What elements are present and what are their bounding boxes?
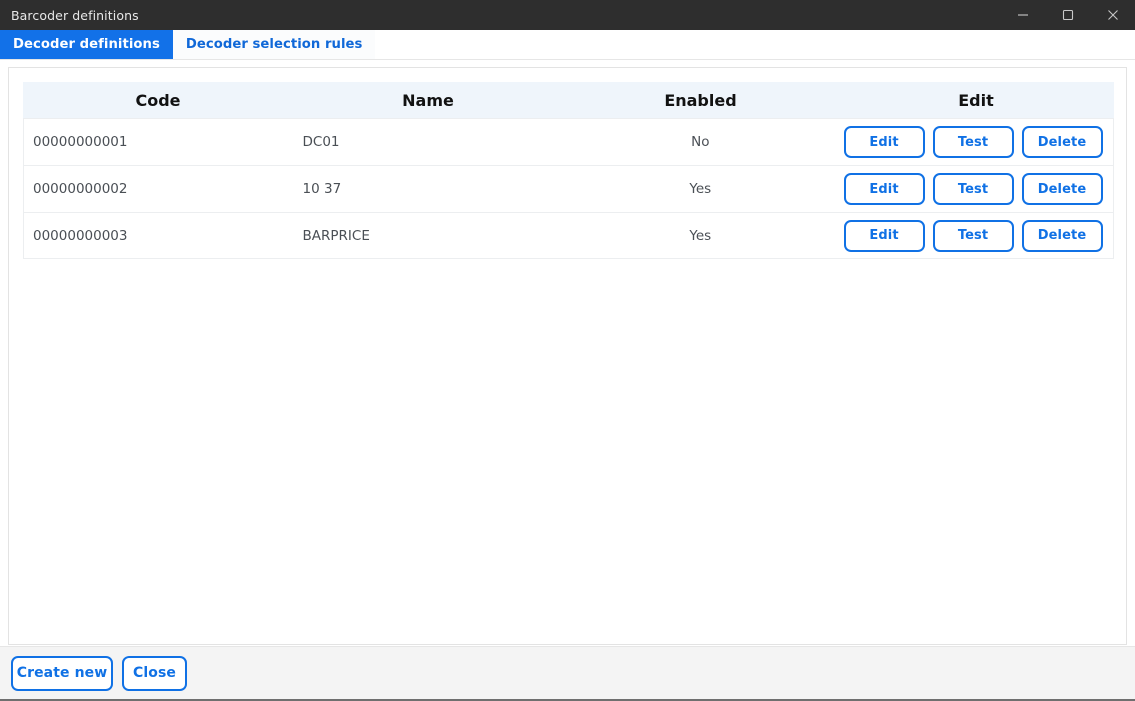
column-header-name: Name: [293, 91, 563, 110]
cell-actions: Edit Test Delete: [838, 126, 1114, 158]
cell-enabled: Yes: [563, 228, 837, 244]
minimize-button[interactable]: [1000, 0, 1045, 30]
cell-actions: Edit Test Delete: [838, 173, 1114, 205]
window-titlebar: Barcoder definitions: [0, 0, 1135, 30]
table-header-row: Code Name Enabled Edit: [23, 82, 1114, 118]
cell-enabled: Yes: [563, 181, 837, 197]
maximize-button[interactable]: [1045, 0, 1090, 30]
column-header-edit: Edit: [838, 91, 1114, 110]
close-button[interactable]: [1090, 0, 1135, 30]
cell-name: DC01: [294, 134, 564, 150]
table-row: 00000000002 10 37 Yes Edit Test Delete: [23, 165, 1114, 212]
table-row: 00000000003 BARPRICE Yes Edit Test Delet…: [23, 212, 1114, 259]
edit-button[interactable]: Edit: [844, 220, 925, 252]
tab-label: Decoder definitions: [13, 37, 160, 52]
test-button[interactable]: Test: [933, 173, 1014, 205]
cell-name: 10 37: [294, 181, 564, 197]
cell-enabled: No: [563, 134, 837, 150]
table-row: 00000000001 DC01 No Edit Test Delete: [23, 118, 1114, 165]
create-new-button[interactable]: Create new: [11, 656, 113, 691]
edit-button[interactable]: Edit: [844, 173, 925, 205]
column-header-enabled: Enabled: [563, 91, 838, 110]
close-dialog-button[interactable]: Close: [122, 656, 187, 691]
window-title: Barcoder definitions: [0, 8, 139, 23]
tab-strip: Decoder definitions Decoder selection ru…: [0, 30, 1135, 60]
tab-decoder-selection-rules[interactable]: Decoder selection rules: [173, 30, 376, 59]
column-header-code: Code: [23, 91, 293, 110]
cell-actions: Edit Test Delete: [838, 220, 1114, 252]
edit-button[interactable]: Edit: [844, 126, 925, 158]
test-button[interactable]: Test: [933, 126, 1014, 158]
cell-name: BARPRICE: [294, 228, 564, 244]
decoder-definitions-table: Code Name Enabled Edit 00000000001 DC01 …: [23, 82, 1114, 259]
cell-code: 00000000003: [24, 228, 294, 244]
delete-button[interactable]: Delete: [1022, 173, 1103, 205]
cell-code: 00000000001: [24, 134, 294, 150]
content-panel: Code Name Enabled Edit 00000000001 DC01 …: [8, 67, 1127, 645]
delete-button[interactable]: Delete: [1022, 220, 1103, 252]
delete-button[interactable]: Delete: [1022, 126, 1103, 158]
tab-decoder-definitions[interactable]: Decoder definitions: [0, 30, 173, 59]
cell-code: 00000000002: [24, 181, 294, 197]
dialog-footer: Create new Close: [0, 646, 1135, 701]
test-button[interactable]: Test: [933, 220, 1014, 252]
tab-label: Decoder selection rules: [186, 37, 363, 52]
window-controls: [1000, 0, 1135, 30]
